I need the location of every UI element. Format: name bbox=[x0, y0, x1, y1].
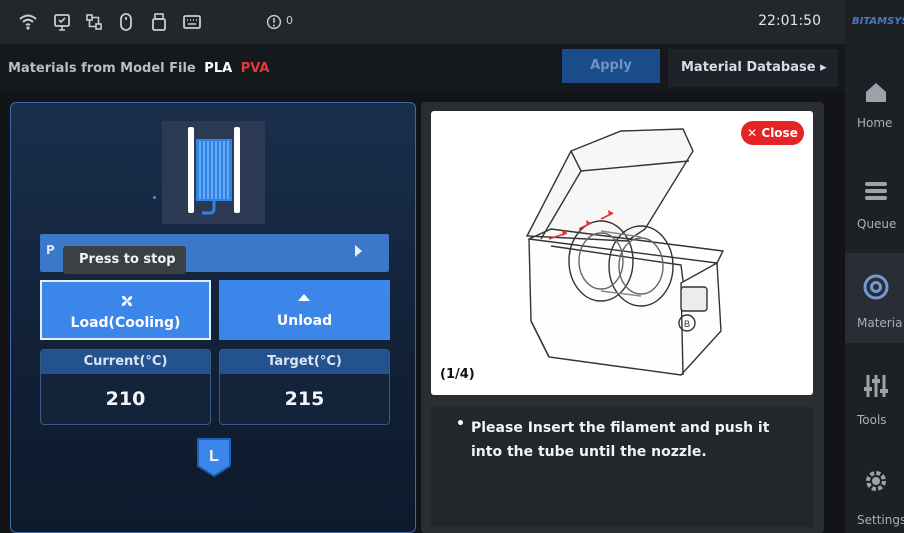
apply-button[interactable]: Apply bbox=[562, 49, 660, 83]
unload-button-label: Unload bbox=[276, 313, 333, 329]
nav-material[interactable]: Materia bbox=[845, 253, 904, 343]
load-button[interactable]: Load(Cooling) bbox=[40, 280, 211, 340]
brand-logo: BITAMSYS bbox=[852, 16, 904, 27]
nav-tools[interactable]: Tools bbox=[845, 352, 904, 442]
material-pva[interactable]: PVA bbox=[241, 61, 270, 76]
triangle-up-icon bbox=[298, 294, 310, 301]
material-database-button[interactable]: Material Database ▸ bbox=[668, 49, 838, 87]
guide-illustration: B bbox=[431, 111, 813, 395]
svg-text:B: B bbox=[684, 319, 690, 329]
stop-tooltip: Press to stop bbox=[63, 246, 186, 274]
close-button[interactable]: ✕ Close bbox=[741, 121, 804, 145]
network-icon bbox=[84, 12, 104, 32]
material-pla[interactable]: PLA bbox=[204, 61, 232, 76]
nav-home[interactable]: Home bbox=[845, 60, 904, 150]
nav-queue-label: Queue bbox=[857, 217, 897, 231]
status-bar: 0 22:01:50 bbox=[0, 0, 845, 44]
chevron-right-icon[interactable] bbox=[355, 245, 362, 257]
step-indicator: (1/4) bbox=[440, 367, 475, 382]
current-temp-value: 210 bbox=[105, 388, 146, 410]
nav-settings-label: Settings bbox=[857, 513, 904, 527]
gear-icon bbox=[862, 467, 890, 495]
target-temp-value[interactable]: 215 bbox=[220, 388, 389, 410]
nav-material-label: Materia bbox=[857, 316, 903, 330]
nav-settings[interactable]: Settings bbox=[845, 445, 904, 533]
unload-button[interactable]: Unload bbox=[219, 280, 390, 340]
target-temp-label: Target(°C) bbox=[220, 350, 389, 374]
wifi-icon bbox=[18, 12, 38, 32]
clock: 22:01:50 bbox=[758, 13, 821, 29]
material-icon bbox=[862, 273, 890, 301]
materials-label: Materials from Model File PLA PVA bbox=[8, 61, 269, 76]
notification-count: 0 bbox=[286, 14, 293, 27]
status-dot bbox=[153, 196, 156, 199]
queue-icon bbox=[862, 176, 890, 204]
current-temp-box: Current(°C) 210 bbox=[40, 349, 211, 425]
current-temp-label: Current(°C) bbox=[41, 350, 210, 374]
fan-icon bbox=[118, 292, 136, 310]
extruder-badge: L bbox=[195, 436, 233, 478]
usb-drive-icon bbox=[149, 12, 169, 32]
info-icon[interactable] bbox=[266, 14, 282, 30]
keyboard-icon bbox=[182, 12, 202, 32]
tools-icon bbox=[862, 372, 890, 400]
nav-queue[interactable]: Queue bbox=[845, 160, 904, 250]
spool-image bbox=[162, 121, 265, 224]
badge-letter: L bbox=[209, 448, 219, 465]
monitor-icon bbox=[52, 12, 72, 32]
nav-tools-label: Tools bbox=[857, 413, 887, 427]
target-temp-box[interactable]: Target(°C) 215 bbox=[219, 349, 390, 425]
materials-label-text: Materials from Model File bbox=[8, 61, 196, 76]
home-icon bbox=[862, 78, 890, 106]
material-select-letter: P bbox=[46, 243, 55, 257]
load-button-label: Load(Cooling) bbox=[70, 315, 181, 331]
mouse-icon bbox=[116, 12, 136, 32]
nav-home-label: Home bbox=[857, 116, 893, 130]
guide-instruction: Please Insert the filament and push it i… bbox=[471, 420, 770, 460]
